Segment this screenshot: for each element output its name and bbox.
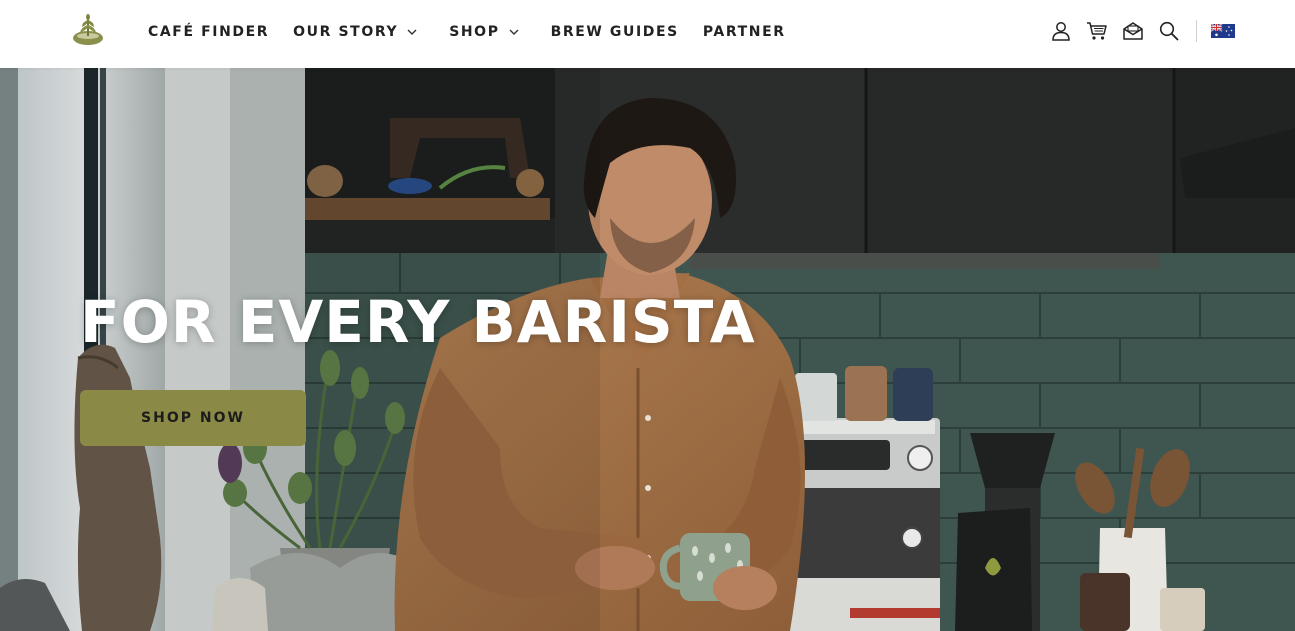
search-icon	[1159, 21, 1179, 41]
nav-cafe-finder[interactable]: CAFÉ FINDER	[148, 24, 269, 40]
brand-logo[interactable]	[70, 12, 106, 48]
chevron-down-icon	[509, 29, 519, 35]
chevron-down-icon	[407, 29, 417, 35]
nav-label: SHOP	[449, 24, 500, 40]
cart-icon	[1087, 22, 1107, 40]
header-divider	[1196, 20, 1197, 42]
site-header: CAFÉ FINDER OUR STORY SHOP BREW GUIDES P…	[0, 0, 1295, 68]
nav-label: PARTNER	[702, 24, 786, 40]
user-icon	[1052, 22, 1070, 41]
account-button[interactable]	[1048, 18, 1074, 44]
australia-flag-icon[interactable]	[1211, 24, 1235, 38]
nav-label: CAFÉ FINDER	[148, 24, 270, 40]
coffee-plant-bowl-logo-icon	[73, 14, 103, 45]
search-button[interactable]	[1156, 18, 1182, 44]
nav-partner[interactable]: PARTNER	[703, 24, 786, 40]
hero-banner: FOR EVERY BARISTA SHOP NOW	[0, 68, 1295, 631]
main-nav: CAFÉ FINDER OUR STORY SHOP BREW GUIDES P…	[148, 0, 810, 64]
cart-button[interactable]	[1084, 18, 1110, 44]
shop-now-button[interactable]: SHOP NOW	[80, 390, 306, 446]
mail-icon	[1123, 22, 1143, 40]
header-utilities	[1038, 17, 1235, 45]
contact-button[interactable]	[1120, 18, 1146, 44]
nav-shop[interactable]: SHOP	[449, 24, 519, 40]
hero-title: FOR EVERY BARISTA	[80, 288, 756, 356]
nav-our-story[interactable]: OUR STORY	[293, 24, 418, 40]
nav-label: OUR STORY	[293, 24, 399, 40]
nav-label: BREW GUIDES	[550, 24, 679, 40]
nav-brew-guides[interactable]: BREW GUIDES	[551, 24, 679, 40]
